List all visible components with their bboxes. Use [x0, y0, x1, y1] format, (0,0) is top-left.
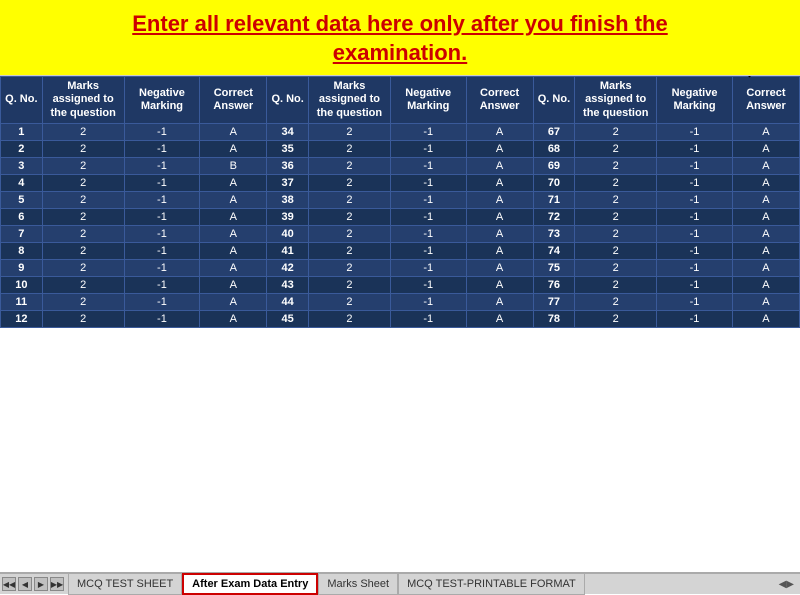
tab-nav-first[interactable]: ◀◀	[2, 577, 16, 591]
tab-scroll: ◀▶	[775, 579, 798, 590]
tab-bar: ◀◀ ◀ ▶ ▶▶ MCQ TEST SHEET After Exam Data…	[0, 572, 800, 594]
table-row: 112-1A442-1A772-1A	[1, 293, 800, 310]
data-table: Q. No. Marks assigned to the question Ne…	[0, 76, 800, 328]
col-header-marks-3: Marks assigned to the question	[575, 77, 657, 124]
tab-nav-next[interactable]: ▶	[34, 577, 48, 591]
table-row: 22-1A352-1A682-1A	[1, 140, 800, 157]
tab-nav-last[interactable]: ▶▶	[50, 577, 64, 591]
col-header-ans-3: Correct Answer	[732, 77, 799, 124]
tab-after-exam[interactable]: After Exam Data Entry	[182, 573, 318, 595]
col-header-neg-2: Negative Marking	[390, 77, 466, 124]
table-row: 12-1A342-1A672-1A	[1, 123, 800, 140]
arrow-annotation	[739, 76, 800, 87]
table-row: 52-1A382-1A712-1A	[1, 191, 800, 208]
table-row: 92-1A422-1A752-1A	[1, 259, 800, 276]
col-header-ans-1: Correct Answer	[200, 77, 267, 124]
col-header-marks-2: Marks assigned to the question	[308, 77, 390, 124]
table-row: 42-1A372-1A702-1A	[1, 174, 800, 191]
tab-nav-prev[interactable]: ◀	[18, 577, 32, 591]
tab-nav: ◀◀ ◀ ▶ ▶▶	[2, 577, 64, 591]
content-area: Q. No. Marks assigned to the question Ne…	[0, 76, 800, 594]
table-row: 82-1A412-1A742-1A	[1, 242, 800, 259]
table-body: 12-1A342-1A672-1A22-1A352-1A682-1A32-1B3…	[1, 123, 800, 327]
header-banner: Enter all relevant data here only after …	[0, 0, 800, 76]
table-wrapper: Q. No. Marks assigned to the question Ne…	[0, 76, 800, 572]
table-row: 32-1B362-1A692-1A	[1, 157, 800, 174]
col-header-neg-1: Negative Marking	[124, 77, 200, 124]
col-header-marks-1: Marks assigned to the question	[42, 77, 124, 124]
col-header-ans-2: Correct Answer	[466, 77, 533, 124]
tab-marks-sheet[interactable]: Marks Sheet	[318, 573, 398, 595]
col-header-qno-3: Q. No.	[533, 77, 575, 124]
table-row: 62-1A392-1A722-1A	[1, 208, 800, 225]
col-header-qno-2: Q. No.	[267, 77, 309, 124]
header-title: Enter all relevant data here only after …	[20, 10, 780, 67]
col-header-neg-3: Negative Marking	[657, 77, 733, 124]
col-header-qno-1: Q. No.	[1, 77, 43, 124]
table-row: 122-1A452-1A782-1A	[1, 310, 800, 327]
tab-printable[interactable]: MCQ TEST-PRINTABLE FORMAT	[398, 573, 585, 595]
table-row: 72-1A402-1A732-1A	[1, 225, 800, 242]
tab-mcq-test-sheet[interactable]: MCQ TEST SHEET	[68, 573, 182, 595]
table-row: 102-1A432-1A762-1A	[1, 276, 800, 293]
